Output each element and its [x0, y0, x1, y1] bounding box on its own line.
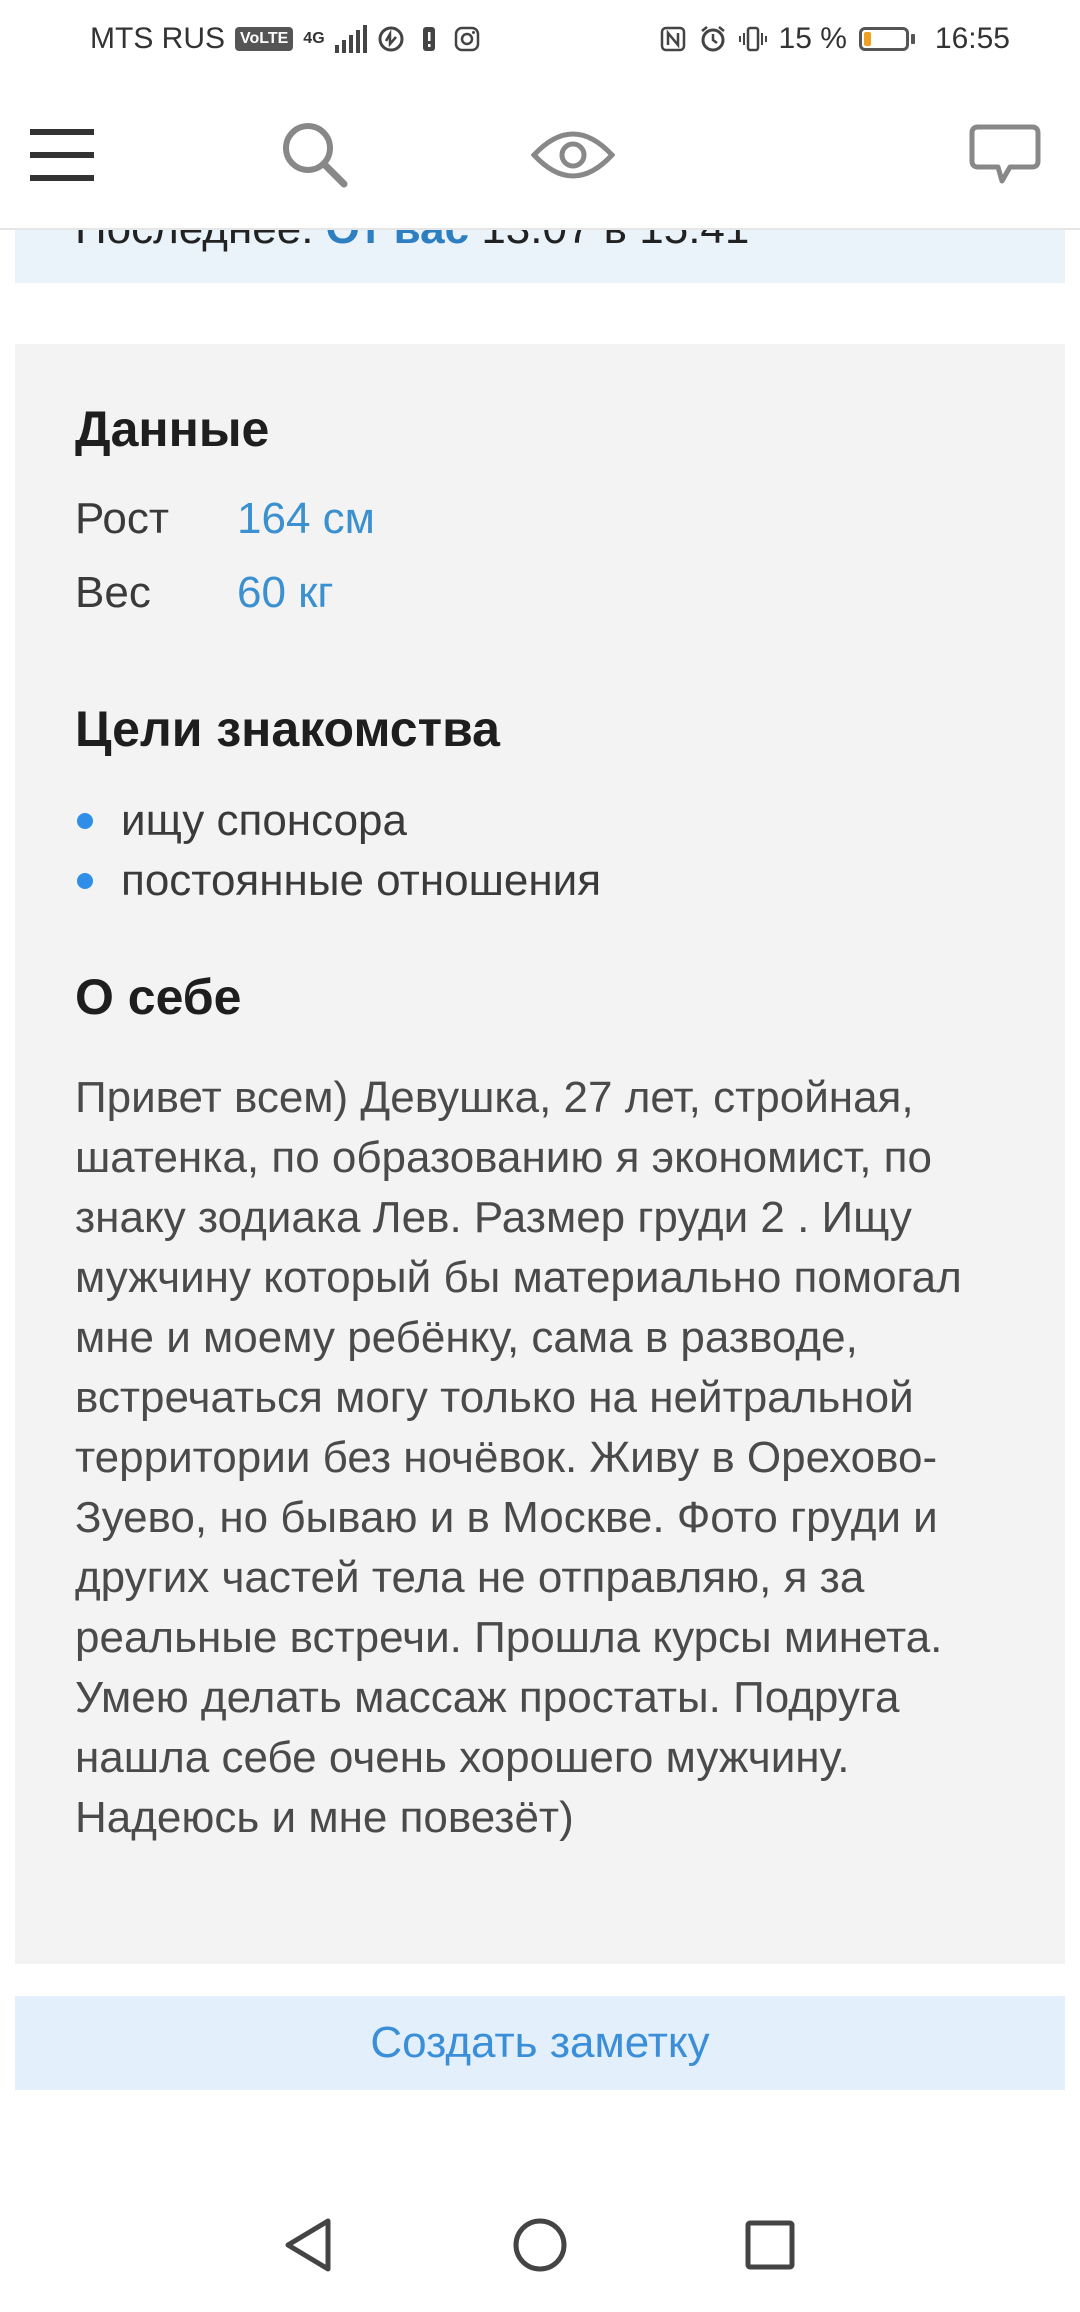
- bullet-dot-icon: [77, 813, 93, 829]
- nfc-icon: [660, 26, 685, 52]
- data-saver-icon: [378, 26, 404, 52]
- alarm-icon: [700, 26, 725, 52]
- menu-button[interactable]: [22, 82, 102, 228]
- status-right: 15 % 16:55: [659, 22, 1010, 56]
- vibrate-icon: [738, 26, 767, 52]
- battery-level: [863, 32, 871, 46]
- instagram-icon: [454, 26, 479, 52]
- bullet-dot-icon: [77, 873, 93, 889]
- battery-icon: [858, 27, 915, 51]
- back-icon: [285, 2218, 331, 2272]
- chat-icon: [969, 124, 1041, 184]
- height-row: Рост 164 см: [75, 494, 375, 544]
- home-button[interactable]: [505, 2210, 575, 2280]
- carrier-name: MTS RUS: [90, 22, 225, 55]
- goal-item: ищу спонсора: [75, 796, 407, 846]
- recents-button[interactable]: [735, 2210, 805, 2280]
- goal-label: постоянные отношения: [121, 856, 602, 905]
- system-navigation: [0, 2180, 1080, 2312]
- height-value: 164 см: [237, 494, 375, 543]
- messages-button[interactable]: [960, 82, 1050, 228]
- views-button[interactable]: [525, 82, 620, 228]
- goals-section-title: Цели знакомства: [75, 701, 500, 757]
- top-navigation: [0, 82, 1080, 230]
- volte-badge: VoLTE: [235, 27, 294, 51]
- home-icon: [513, 2218, 567, 2272]
- signal-icon: [334, 25, 367, 53]
- status-left: MTS RUS VoLTE 4G: [90, 22, 481, 56]
- data-section-title: Данные: [75, 401, 270, 457]
- weight-label: Вес: [75, 568, 151, 617]
- weight-value: 60 кг: [237, 568, 334, 617]
- search-icon: [283, 123, 348, 188]
- height-label: Рост: [75, 494, 170, 543]
- alert-icon: [422, 27, 435, 51]
- search-button[interactable]: [270, 82, 360, 228]
- network-type: 4G: [303, 30, 325, 47]
- create-note-button[interactable]: Создать заметку: [15, 1996, 1065, 2090]
- eye-icon: [530, 131, 615, 179]
- recents-icon: [745, 2220, 795, 2270]
- weight-row: Вес 60 кг: [75, 568, 333, 618]
- about-section-title: О себе: [75, 969, 242, 1025]
- profile-details-card: Данные Рост 164 см Вес 60 кг Цели знаком…: [15, 344, 1065, 1964]
- status-bar: MTS RUS VoLTE 4G 15 % 16:55: [0, 0, 1080, 82]
- clock: 16:55: [934, 22, 1010, 55]
- back-button[interactable]: [273, 2210, 343, 2280]
- hamburger-icon: [30, 129, 94, 181]
- goal-item: постоянные отношения: [75, 856, 601, 906]
- battery-percent: 15 %: [778, 22, 847, 55]
- about-text: Привет всем) Девушка, 27 лет, стройная, …: [75, 1073, 962, 1842]
- goal-label: ищу спонсора: [121, 796, 407, 845]
